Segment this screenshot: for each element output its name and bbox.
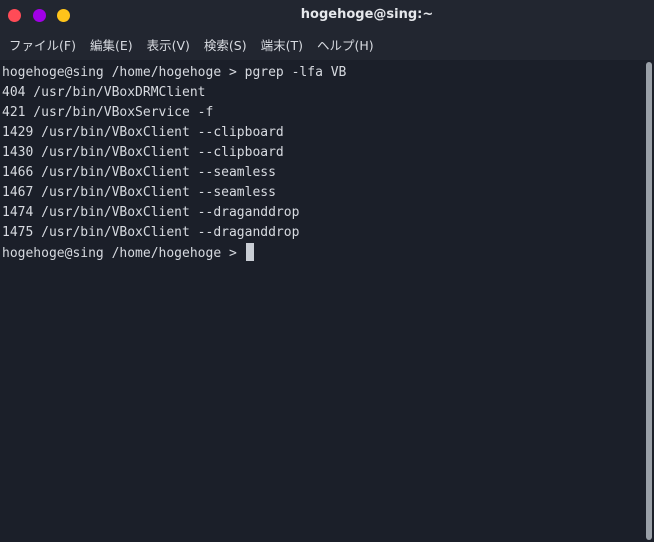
output-line: 1429 /usr/bin/VBoxClient --clipboard — [2, 125, 284, 140]
output-line: 1430 /usr/bin/VBoxClient --clipboard — [2, 145, 284, 160]
output-line: 1467 /usr/bin/VBoxClient --seamless — [2, 185, 276, 200]
menu-help[interactable]: ヘルプ(H) — [310, 32, 381, 60]
output-line: hogehoge@sing /home/hogehoge > pgrep -lf… — [2, 65, 347, 80]
scrollbar-thumb[interactable] — [646, 62, 652, 540]
output-line: 1475 /usr/bin/VBoxClient --draganddrop — [2, 225, 300, 240]
menu-bar: ファイル(F) 編集(E) 表示(V) 検索(S) 端末(T) ヘルプ(H) — [0, 32, 654, 60]
menu-file[interactable]: ファイル(F) — [2, 32, 83, 60]
menu-search[interactable]: 検索(S) — [197, 32, 254, 60]
prompt-line: hogehoge@sing /home/hogehoge > — [2, 243, 254, 263]
scrollbar[interactable] — [644, 60, 654, 542]
output-line: 1466 /usr/bin/VBoxClient --seamless — [2, 165, 276, 180]
terminal-window: hogehoge@sing:~ ファイル(F) 編集(E) 表示(V) 検索(S… — [0, 0, 654, 542]
output-line: 404 /usr/bin/VBoxDRMClient — [2, 85, 206, 100]
menu-view[interactable]: 表示(V) — [140, 32, 197, 60]
output-line: 421 /usr/bin/VBoxService -f — [2, 105, 214, 120]
menu-terminal[interactable]: 端末(T) — [254, 32, 310, 60]
menu-edit[interactable]: 編集(E) — [83, 32, 140, 60]
title-bar[interactable]: hogehoge@sing:~ — [0, 0, 654, 32]
text-cursor — [245, 243, 254, 261]
prompt-text: hogehoge@sing /home/hogehoge > — [2, 246, 245, 261]
output-line: 1474 /usr/bin/VBoxClient --draganddrop — [2, 205, 300, 220]
terminal-output[interactable]: hogehoge@sing /home/hogehoge > pgrep -lf… — [0, 60, 644, 542]
window-title: hogehoge@sing:~ — [300, 7, 434, 22]
